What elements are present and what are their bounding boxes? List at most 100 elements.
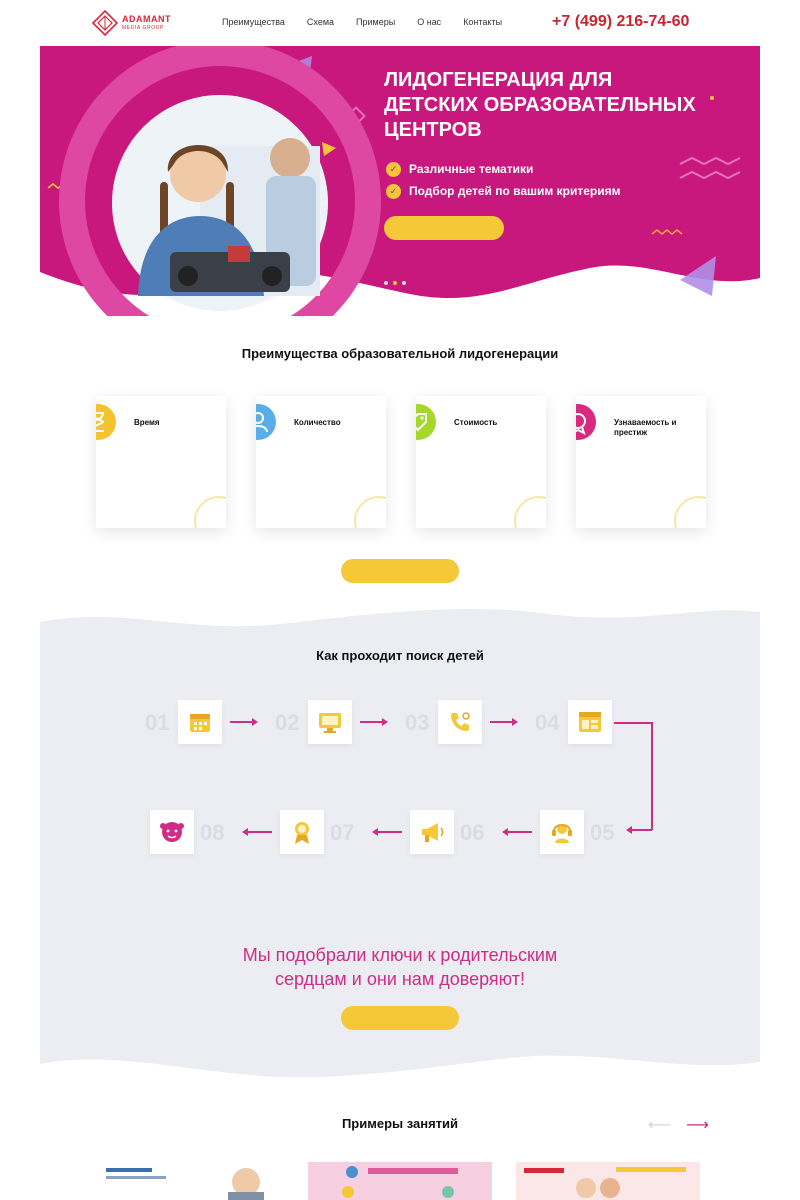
slider-dots [384, 281, 406, 285]
logo-diamond-icon [92, 10, 118, 36]
example-card[interactable] [308, 1162, 492, 1200]
logo-subtitle: MEDIA GROUP [122, 25, 164, 31]
price-tag-icon [416, 404, 436, 440]
arrow-head [512, 718, 518, 726]
logo-name: ADAMANT [122, 14, 171, 24]
example-card[interactable] [516, 1162, 700, 1200]
advantages-cards: Время Количество Стоимость Узнаваемость … [78, 396, 718, 530]
order-leads-button[interactable] [341, 559, 459, 583]
decorative-arc [674, 496, 706, 528]
browser-icon [579, 712, 601, 732]
megaphone-icon [422, 823, 444, 842]
order-leads-button[interactable] [341, 1006, 459, 1030]
hero-title-line: ЛИДОГЕНЕРАЦИЯ ДЛЯ [384, 69, 613, 91]
nav-advantages[interactable]: Преимущества [222, 17, 285, 27]
example-card[interactable] [100, 1162, 284, 1200]
example-image [100, 1162, 284, 1200]
advantage-card-cost: Стоимость [416, 396, 546, 528]
arrow-connector [632, 829, 652, 831]
arrow-head [252, 718, 258, 726]
step-box [178, 700, 222, 744]
advantage-card-prestige: Узнаваемость и престиж [576, 396, 706, 528]
step-box [438, 700, 482, 744]
nav-scheme[interactable]: Схема [307, 17, 334, 27]
arrow-head [502, 828, 508, 836]
arrow-right [360, 721, 382, 723]
advantage-card-quantity: Количество [256, 396, 386, 528]
slider-dot[interactable] [384, 281, 388, 285]
hourglass-icon [96, 404, 116, 440]
step-box [568, 700, 612, 744]
card-title: Количество [294, 418, 341, 427]
slogan-line: сердцам и они нам доверяют! [275, 969, 525, 989]
phone-number[interactable]: +7 (499) 216-74-60 [552, 13, 689, 31]
arrow-head [242, 828, 248, 836]
hero-title-line: ДЕТСКИХ ОБРАЗОВАТЕЛЬНЫХ [384, 94, 696, 116]
hero-banner: ЛИДОГЕНЕРАЦИЯ ДЛЯ ДЕТСКИХ ОБРАЗОВАТЕЛЬНЫ… [40, 46, 760, 316]
step-box [280, 810, 324, 854]
slider-dot-active[interactable] [393, 281, 397, 285]
prev-arrow-icon[interactable]: ⟵ [648, 1115, 671, 1135]
arrow-head [372, 828, 378, 836]
step-box [540, 810, 584, 854]
step-box [150, 810, 194, 854]
slogan-line: Мы подобрали ключи к родительским [242, 945, 558, 965]
logo[interactable]: ADAMANT MEDIA GROUP [92, 10, 182, 36]
step-number: 07 [330, 820, 355, 845]
arrow-left [248, 831, 272, 833]
arrow-connector [651, 722, 653, 830]
main-nav: Преимущества Схема Примеры О нас Контакт… [222, 17, 524, 27]
examples-title: Примеры занятий [341, 1116, 459, 1131]
calendar-icon [190, 714, 210, 732]
hero-bullet-text: Подбор детей по вашим критериям [409, 184, 621, 198]
check-icon: ✓ [386, 183, 401, 199]
arrow-connector [614, 722, 652, 724]
hero-bullet-text: Различные тематики [409, 162, 534, 176]
steps-title: Как проходит поиск детей [316, 648, 484, 663]
step-number: 06 [460, 820, 485, 845]
arrow-right [230, 721, 252, 723]
example-image [516, 1162, 700, 1200]
nav-contacts[interactable]: Контакты [463, 17, 502, 27]
card-title: Стоимость [454, 418, 498, 427]
hero-bullets: ✓ Различные тематики ✓ Подбор детей по в… [386, 158, 686, 202]
decorative-arc [194, 496, 226, 528]
award-icon [576, 404, 596, 440]
example-image [308, 1162, 492, 1200]
card-title: Время [134, 418, 160, 427]
site-header: ADAMANT MEDIA GROUP Преимущества Схема П… [0, 0, 800, 46]
step-box [308, 700, 352, 744]
advantage-card-time: Время [96, 396, 226, 528]
step-box [410, 810, 454, 854]
nav-examples[interactable]: Примеры [356, 17, 395, 27]
hero-bullet: ✓ Различные тематики [386, 158, 686, 180]
order-leads-button[interactable] [384, 216, 504, 240]
next-arrow-icon[interactable]: ⟶ [686, 1115, 709, 1135]
monitor-icon [319, 713, 341, 733]
arrow-left [508, 831, 532, 833]
children-icon [160, 822, 184, 842]
arrow-right [490, 721, 512, 723]
decorative-arc [354, 496, 386, 528]
slogan: Мы подобрали ключи к родительским сердца… [0, 943, 800, 991]
advantages-title: Преимущества образовательной лидогенерац… [241, 346, 559, 361]
step-number: 08 [200, 820, 225, 845]
medal-icon [295, 822, 309, 844]
card-title: Узнаваемость и престиж [614, 418, 677, 437]
hero-title-line: ЦЕНТРОВ [384, 119, 482, 141]
step-number: 04 [535, 710, 560, 735]
arrow-head [626, 826, 632, 834]
step-number: 05 [590, 820, 615, 845]
decorative-arc [514, 496, 546, 528]
check-icon: ✓ [386, 161, 401, 177]
step-number: 01 [145, 710, 170, 735]
arrow-left [378, 831, 402, 833]
phone-icon [451, 712, 470, 731]
step-number: 02 [275, 710, 300, 735]
nav-about[interactable]: О нас [417, 17, 441, 27]
step-number: 03 [405, 710, 430, 735]
slider-dot[interactable] [402, 281, 406, 285]
hero-title: ЛИДОГЕНЕРАЦИЯ ДЛЯ ДЕТСКИХ ОБРАЗОВАТЕЛЬНЫ… [384, 68, 724, 143]
arrow-head [382, 718, 388, 726]
headset-icon [552, 824, 572, 843]
